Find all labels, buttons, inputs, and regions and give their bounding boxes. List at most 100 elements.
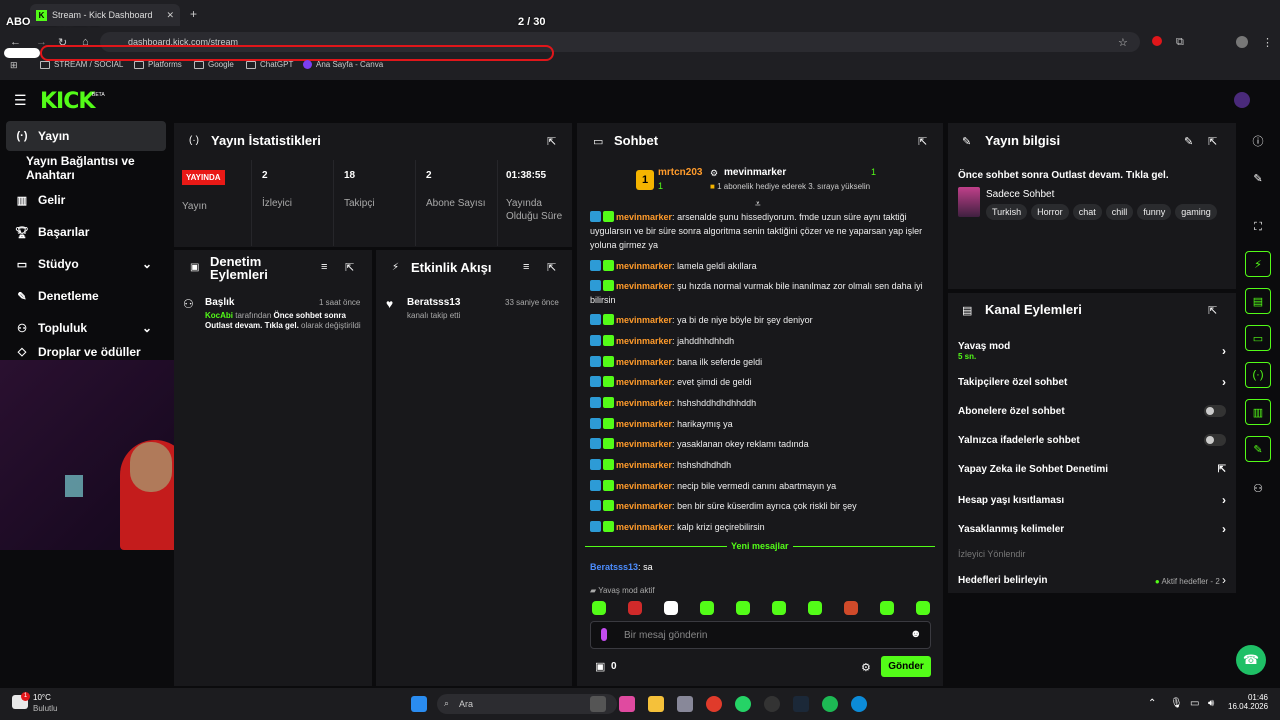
chat-bubble-icon[interactable]: ▭ — [1245, 325, 1271, 351]
popout-icon[interactable]: ⇱ — [345, 261, 354, 274]
chat-username[interactable]: mevinmarker — [616, 281, 672, 291]
document-icon[interactable]: ▤ — [1245, 288, 1271, 314]
banned-words-row[interactable]: Yasaklanmış kelimeler › — [958, 522, 1226, 536]
pinned-user-1[interactable]: mrtcn203 — [658, 167, 702, 178]
bookmark-chatgpt[interactable]: ChatGPT — [246, 60, 293, 69]
popout-icon[interactable]: ⇱ — [1208, 135, 1217, 148]
chat-username[interactable]: mevinmarker — [616, 439, 672, 449]
points-icon[interactable]: ▣ — [595, 660, 605, 673]
sidebar-item-basarilar[interactable]: 🏆︎ Başarılar — [6, 217, 166, 247]
ai-moderation-row[interactable]: Yapay Zeka ile Sohbet Denetimi ⇱ — [958, 464, 1226, 475]
chat-username[interactable]: mevinmarker — [616, 377, 672, 387]
chat-username[interactable]: mevinmarker — [616, 261, 672, 271]
support-headset-icon[interactable]: ☎ — [1236, 645, 1266, 675]
chat-input[interactable]: Bir mesaj gönderin ☻ — [590, 621, 931, 649]
chat-username[interactable]: mevinmarker — [616, 336, 672, 346]
subs-only-toggle[interactable] — [1204, 405, 1226, 417]
send-button[interactable]: Gönder — [881, 656, 931, 677]
spotify-icon[interactable] — [822, 696, 838, 712]
pinned-user-2[interactable]: mevinmarker — [724, 167, 786, 178]
fullscreen-icon[interactable]: ⛶ — [1245, 214, 1271, 240]
popout-icon[interactable]: ⇱ — [1208, 304, 1217, 317]
chrome-icon[interactable] — [706, 696, 722, 712]
popout-icon[interactable]: ⇱ — [918, 135, 927, 148]
hamburger-icon[interactable]: ☰ — [14, 92, 27, 109]
chat-username[interactable]: mevinmarker — [616, 357, 672, 367]
wrench-icon[interactable]: ✎ — [1245, 436, 1271, 462]
user-avatar[interactable] — [1234, 92, 1250, 108]
bookmark-canva[interactable]: Ana Sayfa - Canva — [303, 60, 383, 69]
tag-horror[interactable]: Horror — [1031, 204, 1069, 220]
sidebar-item-gelir[interactable]: ▥ Gelir — [6, 185, 166, 215]
taskbar-clock[interactable]: 01:46 16.04.2026 — [1228, 693, 1268, 711]
bookmark-star-icon[interactable]: ☆ — [1118, 36, 1128, 49]
emote-3[interactable] — [664, 601, 678, 615]
emote-7[interactable] — [808, 601, 822, 615]
edit-pencil-icon[interactable]: ✎ — [1245, 165, 1271, 191]
emotes-only-toggle[interactable] — [1204, 434, 1226, 446]
sidebar-item-topluluk[interactable]: ⚇ Topluluk ⌄ — [6, 313, 166, 343]
emote-5[interactable] — [736, 601, 750, 615]
bookmark-google[interactable]: Google — [194, 60, 234, 69]
chat-username[interactable]: mevinmarker — [616, 398, 672, 408]
chat-username[interactable]: mevinmarker — [616, 315, 672, 325]
new-tab-icon[interactable]: + — [190, 7, 197, 21]
slow-mode-row[interactable]: Yavaş mod 5 sn. › — [958, 341, 1226, 361]
kick-logo[interactable]: KICK — [40, 89, 95, 114]
tag-chat[interactable]: chat — [1072, 204, 1102, 220]
microphone-icon[interactable]: 🎙︎ — [1170, 698, 1183, 709]
edit-pencil-icon[interactable]: ✎ — [1184, 135, 1193, 148]
lightning-icon[interactable]: ⚡︎ — [1245, 251, 1271, 277]
network-icon[interactable]: ▭ — [1190, 698, 1199, 709]
tag-funny[interactable]: funny — [1137, 204, 1172, 220]
filter-icon[interactable]: ≡ — [523, 261, 529, 273]
emote-6[interactable] — [772, 601, 786, 615]
windows-start-icon[interactable] — [411, 696, 427, 712]
file-explorer-icon[interactable] — [648, 696, 664, 712]
popout-icon[interactable]: ⇱ — [547, 261, 556, 274]
extensions-icon[interactable]: ⧉ — [1176, 36, 1184, 49]
category-thumbnail[interactable] — [958, 187, 980, 217]
mic-icon[interactable] — [601, 628, 607, 641]
community-icon[interactable]: ⚇ — [1245, 475, 1271, 501]
emote-4[interactable] — [700, 601, 714, 615]
broadcast-icon[interactable]: (·) — [1245, 362, 1271, 388]
sidebar-item-denetleme[interactable]: ✎ Denetleme — [6, 281, 166, 311]
emote-2[interactable] — [628, 601, 642, 615]
volume-icon[interactable]: 🔊︎ — [1208, 698, 1214, 709]
emote-1[interactable] — [592, 601, 606, 615]
followers-only-row[interactable]: Takipçilere özel sohbet › — [958, 375, 1226, 389]
sidebar-item-stream-key[interactable]: Yayın Bağlantısı ve Anahtarı — [6, 153, 166, 183]
emote-8[interactable] — [844, 601, 858, 615]
chat-username[interactable]: mevinmarker — [616, 419, 672, 429]
tag-turkish[interactable]: Turkish — [986, 204, 1028, 220]
emoji-icon[interactable]: ☻ — [910, 628, 922, 640]
collapse-icon[interactable]: ⩡ — [755, 199, 761, 210]
settings-gear-icon[interactable]: ⚙ — [861, 661, 871, 674]
sidebar-item-yayin[interactable]: (·) Yayın — [6, 121, 166, 151]
account-age-row[interactable]: Hesap yaşı kısıtlaması › — [958, 493, 1226, 507]
bookmark-platforms[interactable]: Platforms — [134, 60, 182, 69]
emote-9[interactable] — [880, 601, 894, 615]
edge-icon[interactable] — [851, 696, 867, 712]
obs-icon[interactable] — [764, 696, 780, 712]
extension-icon[interactable] — [1152, 36, 1162, 46]
browser-tab[interactable]: K Stream - Kick Dashboard ✕ — [30, 4, 180, 26]
category-name[interactable]: Sadece Sohbet — [986, 189, 1054, 200]
tag-chill[interactable]: chill — [1105, 204, 1134, 220]
task-view-icon[interactable] — [590, 696, 606, 712]
chat-username[interactable]: mevinmarker — [616, 460, 672, 470]
profile-icon[interactable] — [1236, 36, 1248, 48]
steam-icon[interactable] — [793, 696, 809, 712]
tray-chevron-icon[interactable]: ⌃ — [1148, 698, 1156, 709]
tag-gaming[interactable]: gaming — [1175, 204, 1217, 220]
goals-row[interactable]: Hedefleri belirleyin ● Aktif hedefler - 2… — [958, 573, 1226, 587]
server-icon[interactable]: ▥ — [1245, 399, 1271, 425]
chat-username[interactable]: mevinmarker — [616, 501, 672, 511]
copilot-icon[interactable] — [619, 696, 635, 712]
back-icon[interactable]: ← — [10, 36, 21, 48]
chat-username[interactable]: mevinmarker — [616, 522, 672, 532]
popout-icon[interactable]: ⇱ — [547, 135, 556, 148]
close-tab-icon[interactable]: ✕ — [166, 10, 174, 21]
apps-icon[interactable]: ⊞ — [10, 60, 18, 71]
